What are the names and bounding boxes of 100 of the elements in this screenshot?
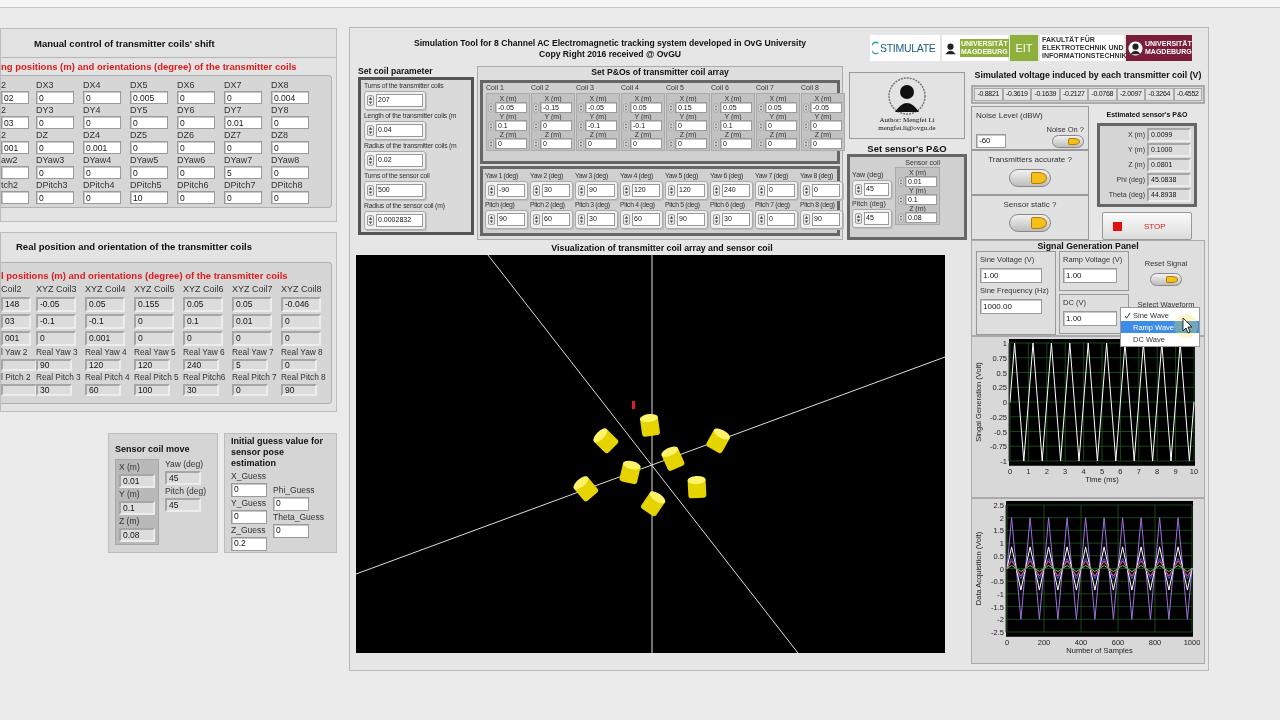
indicator-field: 0 xyxy=(281,314,321,329)
indicator-field: 30 xyxy=(183,384,219,396)
numeric-field[interactable]: 0 xyxy=(224,191,262,204)
numeric-field[interactable]: 0 xyxy=(36,141,74,154)
numeric-field[interactable]: 0 xyxy=(177,166,215,179)
numeric-field[interactable]: 0 xyxy=(36,191,74,204)
spinner-icon xyxy=(855,184,862,196)
numeric-field[interactable]: 0 xyxy=(83,166,121,179)
field-label: DZ xyxy=(36,130,49,141)
toggle-switch[interactable] xyxy=(1150,273,1182,286)
numeric-field[interactable]: 02 xyxy=(1,91,29,104)
numeric-field[interactable]: 0.01 xyxy=(224,116,262,129)
numeric-field[interactable]: 0 xyxy=(271,191,309,204)
field-label: DY8 xyxy=(271,105,290,116)
field-label: DYaw8 xyxy=(271,155,301,166)
numeric-field[interactable]: 1.00 xyxy=(1063,311,1117,326)
numeric-field[interactable]: 0 xyxy=(130,166,168,179)
indicator-field: 0.01 xyxy=(232,314,272,329)
numeric-field[interactable]: 10 xyxy=(130,191,168,204)
numeric-field[interactable] xyxy=(1,166,29,179)
toggle-switch[interactable] xyxy=(1009,214,1051,232)
numeric-field[interactable]: 0 xyxy=(177,141,215,154)
toggle-switch[interactable] xyxy=(1052,135,1084,148)
numeric-field[interactable]: 5 xyxy=(224,166,262,179)
column-header: Coil2 xyxy=(1,284,23,295)
field-label: 2 xyxy=(1,80,7,91)
field-label: Sensor static ? xyxy=(1003,200,1057,210)
numeric-field[interactable]: 0 xyxy=(224,141,262,154)
numeric-field[interactable]: -60 xyxy=(976,134,1006,148)
spinner-icon xyxy=(803,120,809,131)
spinner-icon xyxy=(803,102,809,113)
numeric-field[interactable]: 1000.00 xyxy=(980,299,1042,314)
numeric-field[interactable]: 0 xyxy=(231,483,267,497)
field-label: Real Pitch 4 xyxy=(85,373,131,382)
field-label: DPitch3 xyxy=(36,180,69,191)
indicator-field: 0.05 xyxy=(183,297,223,312)
numeric-field[interactable]: 0 xyxy=(271,166,309,179)
numeric-field[interactable]: 0 xyxy=(271,141,309,154)
numeric-field[interactable]: 0.004 xyxy=(271,91,309,104)
spinner-icon xyxy=(367,215,374,226)
field-label: Pitch (deg) xyxy=(165,486,207,497)
spinner-icon xyxy=(803,138,809,149)
field-label: DY7 xyxy=(224,105,243,116)
field-label: Real Yaw 8 xyxy=(281,348,324,357)
numeric-field[interactable]: 0 xyxy=(36,166,74,179)
numeric-field[interactable]: 0.001 xyxy=(83,141,121,154)
stimulate-logo: STIMULATE xyxy=(870,35,940,61)
spinner-icon xyxy=(578,185,585,196)
numeric-field[interactable]: 0 xyxy=(177,116,215,129)
numeric-field[interactable]: 03 xyxy=(1,116,29,129)
indicator-field: 5 xyxy=(232,359,268,371)
spinner-icon xyxy=(578,102,584,113)
section-title: Signal Generation Panel xyxy=(1036,241,1140,251)
numeric-field[interactable]: 0 xyxy=(273,497,309,511)
numeric-field[interactable]: 0 xyxy=(224,91,262,104)
field-label: Y (m) xyxy=(119,489,141,500)
numeric-field[interactable]: 0 xyxy=(177,91,215,104)
field-label: Real Pitch 5 xyxy=(134,373,180,382)
field-label: Real Pitch6 xyxy=(183,373,227,382)
indicator-field: 0 xyxy=(281,331,321,346)
numeric-field[interactable]: 0 xyxy=(130,116,168,129)
field-label: DZ4 xyxy=(83,130,101,141)
numeric-field[interactable]: 001 xyxy=(1,141,29,154)
numeric-field[interactable]: 0 xyxy=(273,524,309,538)
spinner-icon xyxy=(758,120,764,131)
numeric-field[interactable]: 1.00 xyxy=(1063,268,1117,283)
stop-button[interactable]: STOP xyxy=(1102,212,1192,240)
spinner-icon xyxy=(623,120,629,131)
column-header: XYZ Coil8 xyxy=(281,284,323,295)
section-title: l positions (m) and orientations (degree) of the transmitter coils xyxy=(1,269,289,283)
spinner-icon xyxy=(668,185,675,196)
numeric-field[interactable]: 0 xyxy=(271,116,309,129)
field-label: DZ8 xyxy=(271,130,289,141)
person-silhouette-icon xyxy=(1128,40,1143,56)
spinner-icon xyxy=(578,120,584,131)
indicator-field: 0.1 xyxy=(119,501,155,515)
field-label: DX6 xyxy=(177,80,196,91)
numeric-field[interactable]: 0 xyxy=(36,116,74,129)
numeric-field[interactable]: 0.2 xyxy=(231,537,267,551)
toggle-switch[interactable] xyxy=(1009,169,1051,187)
numeric-field[interactable]: 1.00 xyxy=(980,268,1042,283)
field-label: l Pitch 2 xyxy=(1,373,32,382)
field-label: Real Pitch 3 xyxy=(36,373,82,382)
numeric-field[interactable]: 0 xyxy=(130,141,168,154)
numeric-field[interactable]: 0 xyxy=(231,510,267,524)
field-label: DYaw6 xyxy=(177,155,207,166)
spinner-icon xyxy=(488,214,495,225)
spinner-icon xyxy=(578,138,584,149)
indicator-field: 0.08 xyxy=(119,528,155,542)
numeric-field[interactable]: 0 xyxy=(36,91,74,104)
numeric-field[interactable]: 0 xyxy=(83,116,121,129)
spinner-icon xyxy=(623,185,630,196)
numeric-field[interactable]: 0.005 xyxy=(130,91,168,104)
numeric-field[interactable]: 0 xyxy=(83,91,121,104)
spinner-icon xyxy=(367,95,374,106)
numeric-field[interactable]: 0 xyxy=(177,191,215,204)
spinner-icon xyxy=(758,138,764,149)
eit-logo: EIT xyxy=(1010,35,1038,61)
numeric-field[interactable] xyxy=(1,191,29,204)
numeric-field[interactable]: 0 xyxy=(83,191,121,204)
